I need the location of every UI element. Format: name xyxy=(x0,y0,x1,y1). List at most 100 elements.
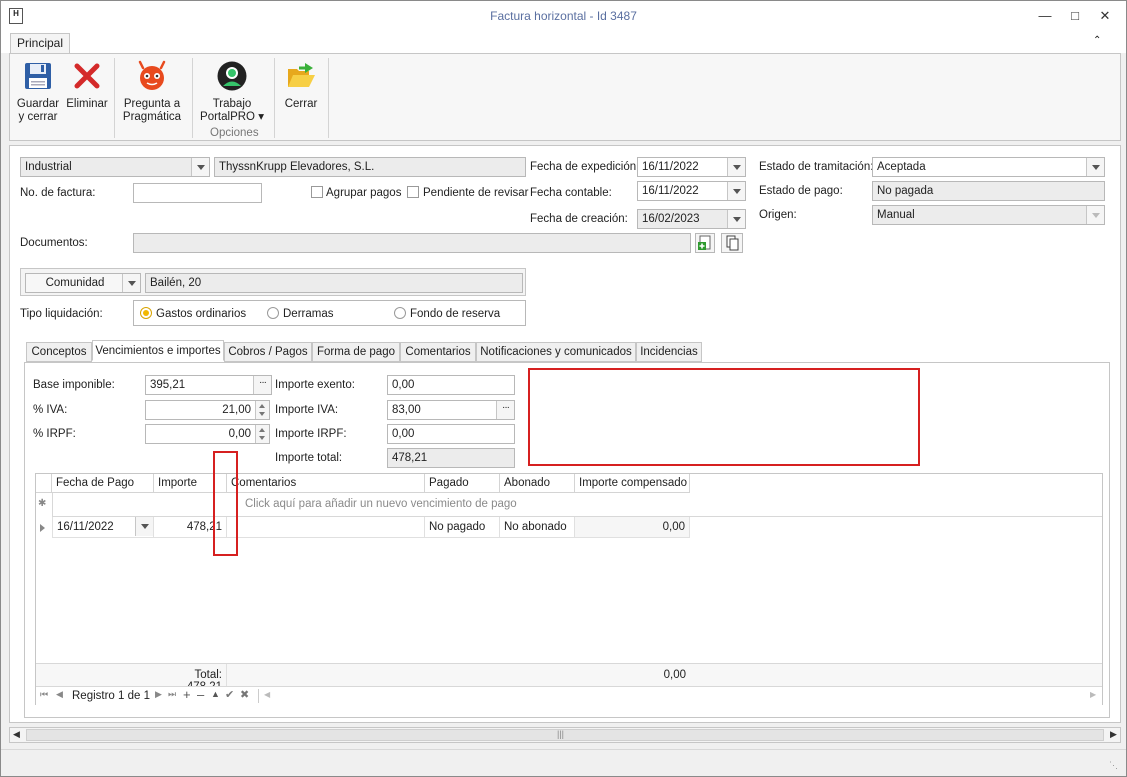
scroll-left-icon[interactable]: ◀ xyxy=(13,729,20,740)
ask-label-1: Pregunta a xyxy=(123,98,181,110)
provider-name-field[interactable]: ThyssnKrupp Elevadores, S.L. xyxy=(214,157,526,177)
status-bar: ⋱ xyxy=(1,749,1126,776)
ellipsis-icon[interactable]: ··· xyxy=(496,401,514,419)
accounting-date-field[interactable]: 16/11/2022 xyxy=(637,181,746,201)
col-importe-compensado[interactable]: Importe compensado xyxy=(575,474,690,493)
iva-pct-input[interactable]: 21,00 xyxy=(145,400,270,420)
tab-incidencias[interactable]: Incidencias xyxy=(636,342,702,362)
group-payments-checkbox[interactable] xyxy=(311,186,323,198)
col-fecha-pago[interactable]: Fecha de Pago xyxy=(52,474,154,493)
new-row[interactable]: Click aquí para añadir un nuevo vencimie… xyxy=(52,493,1102,517)
prev-record-icon[interactable]: ◀ xyxy=(56,689,63,700)
title-bar: H Factura horizontal - Id 3487 — □ ✕ xyxy=(1,1,1126,31)
footer-total: Total: 478,21 xyxy=(154,664,227,693)
ribbon-tab-principal[interactable]: Principal xyxy=(10,33,70,54)
floppy-icon xyxy=(22,60,54,92)
last-record-icon[interactable]: ⏭ xyxy=(168,689,176,700)
irpf-amount-input[interactable]: 0,00 xyxy=(387,424,515,444)
tab-comentarios[interactable]: Comentarios xyxy=(400,342,476,362)
maximize-icon[interactable]: □ xyxy=(1065,7,1085,25)
tab-vencimientos[interactable]: Vencimientos e importes xyxy=(92,340,224,361)
minimize-icon[interactable]: — xyxy=(1035,7,1055,25)
issue-date-field[interactable]: 16/11/2022 xyxy=(637,157,746,177)
row-date: 16/11/2022 xyxy=(57,521,114,533)
chevron-down-icon[interactable] xyxy=(1086,158,1104,176)
iva-amount-value: 83,00 xyxy=(392,404,421,416)
documents-field[interactable] xyxy=(133,233,691,253)
origin-value: Manual xyxy=(877,209,915,221)
invoice-no-input[interactable] xyxy=(133,183,262,203)
iva-amount-input[interactable]: 83,00 ··· xyxy=(387,400,515,420)
col-abonado[interactable]: Abonado xyxy=(500,474,575,493)
copy-document-icon[interactable] xyxy=(721,233,743,253)
pending-review-label: Pendiente de revisar xyxy=(423,187,529,199)
radio-gastos-ordinarios[interactable] xyxy=(140,307,152,319)
pending-review-checkbox[interactable] xyxy=(407,186,419,198)
fondo-reserva-label: Fondo de reserva xyxy=(410,308,501,320)
radio-fondo-reserva[interactable] xyxy=(394,307,406,319)
irpf-pct-input[interactable]: 0,00 xyxy=(145,424,270,444)
spinner-icon[interactable] xyxy=(255,425,269,443)
resize-grip-icon[interactable]: ⋱ xyxy=(1109,760,1118,771)
ellipsis-icon[interactable]: ··· xyxy=(253,376,271,394)
highlight-box-empty-area xyxy=(528,368,920,466)
scroll-thumb[interactable]: ||| xyxy=(26,729,1104,741)
save-close-button[interactable]: Guardar y cerrar xyxy=(14,54,62,126)
portalpro-button[interactable]: Trabajo PortalPRO ▾ xyxy=(196,54,268,126)
ask-pragmatica-button[interactable]: Pregunta a Pragmática xyxy=(118,54,186,126)
status-select[interactable]: Aceptada xyxy=(872,157,1105,177)
scroll-right-icon[interactable]: ▶ xyxy=(1110,729,1117,740)
chevron-down-icon[interactable] xyxy=(727,158,745,176)
window-hscrollbar[interactable]: ◀ ||| ▶ xyxy=(9,727,1121,743)
hscroll-right-icon[interactable]: ▶ xyxy=(1090,690,1096,699)
close-button[interactable]: Cerrar xyxy=(278,54,324,126)
ribbon: Guardar y cerrar Eliminar Pregunta a Pra… xyxy=(9,53,1121,141)
spinner-icon[interactable] xyxy=(255,401,269,419)
cell-credited[interactable]: No abonado xyxy=(500,517,575,538)
tab-notificaciones[interactable]: Notificaciones y comunicados xyxy=(476,342,636,362)
next-record-icon[interactable]: ▶ xyxy=(155,689,162,700)
total-field: 478,21 xyxy=(387,448,515,468)
col-pagado[interactable]: Pagado xyxy=(425,474,500,493)
provider-type-select[interactable]: Industrial xyxy=(20,157,210,177)
col-comentarios[interactable]: Comentarios xyxy=(227,474,425,493)
tab-conceptos[interactable]: Conceptos xyxy=(26,342,92,362)
issue-date-value: 16/11/2022 xyxy=(642,161,699,173)
exempt-label: Importe exento: xyxy=(275,379,355,391)
origin-label: Origen: xyxy=(759,209,797,221)
chevron-down-icon[interactable] xyxy=(191,158,209,176)
invoice-window: H Factura horizontal - Id 3487 — □ ✕ Pri… xyxy=(0,0,1127,777)
payment-status-field: No pagada xyxy=(872,181,1105,201)
base-input[interactable]: 395,21 ··· xyxy=(145,375,272,395)
collapse-ribbon-icon[interactable]: ⌃ xyxy=(1093,35,1101,46)
edit-record-icon[interactable]: ▲ xyxy=(211,689,220,699)
tab-forma-pago[interactable]: Forma de pago xyxy=(312,342,400,362)
exempt-input[interactable]: 0,00 xyxy=(387,375,515,395)
save-record-icon[interactable]: ✔ xyxy=(225,688,234,701)
add-record-icon[interactable]: + xyxy=(183,687,191,702)
hscroll-left-icon[interactable]: ◀ xyxy=(264,690,270,699)
chevron-down-icon[interactable] xyxy=(135,517,153,536)
tab-cobros-pagos[interactable]: Cobros / Pagos xyxy=(224,342,312,362)
add-document-icon[interactable] xyxy=(695,233,715,253)
cancel-record-icon[interactable]: ✖ xyxy=(240,688,249,701)
delete-record-icon[interactable]: – xyxy=(197,687,204,702)
save-label-1: Guardar xyxy=(16,98,60,110)
cell-comments[interactable] xyxy=(227,517,425,538)
provider-name-value: ThyssnKrupp Elevadores, S.L. xyxy=(219,161,375,173)
delete-button[interactable]: Eliminar xyxy=(64,54,110,126)
chevron-down-icon[interactable] xyxy=(727,182,745,200)
first-record-icon[interactable]: ⏮ xyxy=(40,689,48,700)
chevron-down-icon[interactable] xyxy=(122,274,140,292)
cell-date[interactable]: 16/11/2022 xyxy=(52,517,154,538)
ask-label-2: Pragmática xyxy=(122,111,182,123)
status-label: Estado de tramitación: xyxy=(759,161,874,173)
liquidation-label: Tipo liquidación: xyxy=(20,308,103,320)
cell-paid[interactable]: No pagado xyxy=(425,517,500,538)
radio-derramas[interactable] xyxy=(267,307,279,319)
ribbon-separator xyxy=(274,58,275,138)
iva-pct-label: % IVA: xyxy=(33,404,68,416)
folder-open-icon xyxy=(285,60,317,92)
close-window-icon[interactable]: ✕ xyxy=(1095,7,1115,25)
community-type-select[interactable]: Comunidad xyxy=(25,273,141,293)
